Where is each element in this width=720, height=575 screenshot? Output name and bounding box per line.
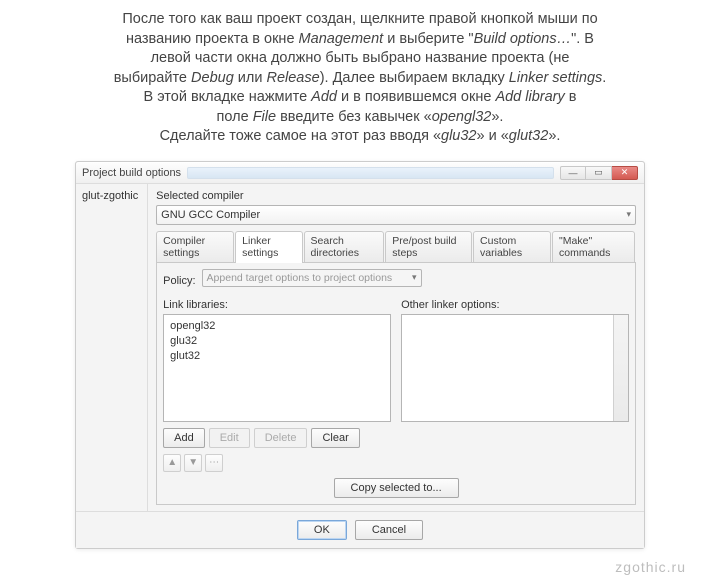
main-pane: Selected compiler GNU GCC Compiler ▾ Com… [148, 184, 644, 511]
minimize-button[interactable]: — [560, 166, 586, 180]
dialog-button-bar: OK Cancel [76, 511, 644, 548]
cancel-button[interactable]: Cancel [355, 520, 423, 540]
ok-button[interactable]: OK [297, 520, 347, 540]
instruction-text: После того как ваш проект создан, щелкни… [0, 0, 720, 161]
clear-button[interactable]: Clear [311, 428, 359, 448]
tab-compiler-settings[interactable]: Compiler settings [156, 231, 234, 262]
titlebar-spacer [187, 167, 554, 179]
policy-value: Append target options to project options [207, 272, 393, 284]
list-item[interactable]: opengl32 [170, 319, 384, 334]
other-opts-label: Other linker options: [401, 299, 629, 311]
link-libs-list[interactable]: opengl32 glu32 glut32 [163, 314, 391, 422]
compiler-value: GNU GCC Compiler [161, 209, 260, 221]
delete-button[interactable]: Delete [254, 428, 308, 448]
window-controls: — ▭ ✕ [560, 166, 638, 180]
compiler-label: Selected compiler [156, 190, 636, 202]
tab-linker-settings[interactable]: Linker settings [235, 231, 302, 263]
maximize-button[interactable]: ▭ [586, 166, 612, 180]
tab-pre-post-build[interactable]: Pre/post build steps [385, 231, 472, 262]
move-down-icon[interactable]: ▼ [184, 454, 202, 472]
project-tree[interactable]: glut-zgothic [76, 184, 148, 511]
window-title: Project build options [82, 167, 181, 179]
list-item[interactable]: glut32 [170, 349, 384, 364]
extra-icon[interactable]: ⋯ [205, 454, 223, 472]
tab-custom-variables[interactable]: Custom variables [473, 231, 551, 262]
dialog-window: Project build options — ▭ ✕ glut-zgothic… [75, 161, 645, 549]
policy-label: Policy: [163, 275, 195, 287]
titlebar: Project build options — ▭ ✕ [76, 162, 644, 184]
edit-button[interactable]: Edit [209, 428, 250, 448]
add-button[interactable]: Add [163, 428, 205, 448]
tab-search-directories[interactable]: Search directories [304, 231, 385, 262]
close-button[interactable]: ✕ [612, 166, 638, 180]
policy-combo[interactable]: Append target options to project options… [202, 269, 422, 287]
linker-panel: Policy: Append target options to project… [156, 263, 636, 505]
compiler-combo[interactable]: GNU GCC Compiler ▾ [156, 205, 636, 225]
tab-make-commands[interactable]: "Make" commands [552, 231, 635, 262]
copy-selected-button[interactable]: Copy selected to... [334, 478, 459, 498]
list-item[interactable]: glu32 [170, 334, 384, 349]
tabs: Compiler settings Linker settings Search… [156, 231, 636, 263]
other-opts-textarea[interactable] [401, 314, 629, 422]
chevron-down-icon: ▾ [412, 272, 417, 283]
link-libs-label: Link libraries: [163, 299, 391, 311]
project-root-item[interactable]: glut-zgothic [82, 190, 141, 202]
chevron-down-icon: ▾ [626, 209, 631, 220]
watermark: zgothic.ru [0, 549, 720, 575]
move-up-icon[interactable]: ▲ [163, 454, 181, 472]
